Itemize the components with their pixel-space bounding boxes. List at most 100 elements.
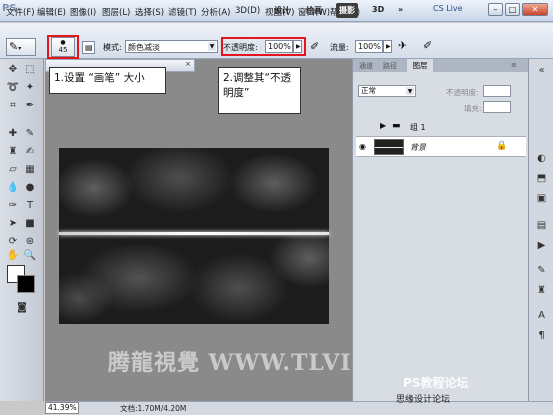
flow-slider-button[interactable]: ▶ [383,40,392,53]
lasso-tool-icon[interactable]: ➰ [5,81,21,95]
options-bar: ✎▾ ● 45 ▤ 模式: 颜色减淡 ▼ 不透明度: 100% ▶ ✐ 流量: … [0,23,553,59]
gradient-tool-icon[interactable]: ▦ [22,163,38,177]
crop-tool-icon[interactable]: ⌗ [5,99,21,113]
adjustments-icon[interactable]: ◐ [535,152,548,165]
panel-icon-strip: « ◐ ⬒ ▣ ▤ ▶ ✎ ♜ A ¶ [528,59,553,401]
tab-layers[interactable]: 图层 [407,59,433,72]
light-streak [59,232,329,235]
site-logo: PS教程论坛 [403,376,469,390]
mode-select[interactable]: 颜色减淡 ▼ [125,40,218,53]
type-tool-icon[interactable]: T [22,199,38,213]
character-icon[interactable]: A [535,309,548,322]
mode-select-value: 颜色减淡 [128,43,160,52]
quick-select-tool-icon[interactable]: ✦ [22,81,38,95]
workspace-3d[interactable]: 3D [369,3,387,18]
path-select-tool-icon[interactable]: ➤ [5,217,21,231]
tablet-pressure-opacity-icon[interactable]: ✐ [310,40,319,53]
highlight-brush-size [47,35,79,59]
clone-stamp-tool-icon[interactable]: ♜ [5,145,21,159]
close-icon[interactable]: ✕ [522,3,548,16]
callout-step-2-text: 2.调整其“不透明度” [223,72,291,99]
eye-icon[interactable]: ◉ [359,142,370,152]
brush-panel-toggle-icon[interactable]: ▤ [82,41,95,54]
workspace-menu-icon[interactable]: » [395,3,406,18]
minimize-icon[interactable]: – [488,3,503,16]
tool-preset-picker[interactable]: ✎▾ [6,38,36,56]
callout-step-2: 2.调整其“不透明度” [218,67,301,114]
layer-opacity-label: 不透明度: [446,88,479,97]
3d-orbit-tool-icon[interactable]: ⊛ [22,235,38,249]
styles-icon[interactable]: ▣ [535,192,548,205]
layer-row-background[interactable]: ◉ 背景 🔒 [356,137,526,157]
panel-menu-icon[interactable]: ≡ [511,61,517,69]
pen-tool-icon[interactable]: ✑ [5,199,21,213]
blur-tool-icon[interactable]: 💧 [5,181,21,195]
flow-input[interactable]: 100% [355,40,383,53]
quick-mask-icon[interactable]: ◙ [14,301,30,315]
masks-icon[interactable]: ⬒ [535,172,548,185]
layer-fill-input[interactable] [483,101,511,113]
clone-source-icon[interactable]: ♜ [535,284,548,297]
menu-edit[interactable]: 编辑(E) [37,6,66,18]
layer-opacity-input[interactable] [483,85,511,97]
tab-paths[interactable]: 路径 [383,61,397,71]
brush-tool-icon[interactable]: ✎ [22,127,38,141]
mode-label: 模式: [103,43,122,52]
menu-bar: PS 文件(F) 编辑(E) 图像(I) 图层(L) 选择(S) 滤镜(T) 分… [0,0,553,22]
workspace-photography[interactable]: 摄影 [336,3,358,18]
layer-name: 背景 [410,143,426,152]
workspace-design[interactable]: 设计 [271,3,293,18]
menu-image[interactable]: 图像(I) [70,6,96,18]
history-icon[interactable]: ▤ [535,219,548,232]
actions-icon[interactable]: ▶ [535,239,548,252]
airbrush-icon[interactable]: ✈ [398,39,407,52]
tablet-pressure-size-icon[interactable]: ✐ [423,39,432,52]
layer-name: 组 1 [410,123,426,132]
disclosure-triangle-icon[interactable]: ▶ [380,121,386,130]
flow-label: 流量: [330,43,349,52]
tab-channels[interactable]: 通道 [359,61,373,71]
maximize-icon[interactable]: □ [505,3,520,16]
paragraph-icon[interactable]: ¶ [535,329,548,342]
blend-mode-select[interactable]: 正常 ▼ [358,85,416,97]
panel-tabs: 通道 路径 图层 ≡ [353,59,529,72]
hand-tool-icon[interactable]: ✋ [5,249,21,263]
callout-step-1: 1.设置 “画笔” 大小 [49,67,166,94]
menu-filter[interactable]: 滤镜(T) [168,6,197,18]
tab-close-icon[interactable]: × [185,60,191,68]
eraser-tool-icon[interactable]: ▱ [5,163,21,177]
dodge-tool-icon[interactable]: ● [22,181,38,195]
tools-panel: ✥ ⬚ ➰ ✦ ⌗ ✒ ✚ ✎ ♜ ✍ ▱ ▦ 💧 ● ✑ T ➤ ■ ⟳ ⊛ … [0,59,44,401]
layer-row-group[interactable]: ▶ ▬ 组 1 [356,117,526,137]
layer-thumbnail [374,139,404,155]
move-tool-icon[interactable]: ✥ [5,63,21,77]
cs-live-button[interactable]: CS Live [433,4,463,13]
callout-step-1-text: 1.设置 “画笔” 大小 [54,72,145,84]
brushes-icon[interactable]: ✎ [535,264,548,277]
shape-tool-icon[interactable]: ■ [22,217,38,231]
menu-layer[interactable]: 图层(L) [102,6,130,18]
blend-mode-value: 正常 [361,86,376,95]
brush-icon: ✎ [9,40,19,53]
collapse-panels-icon[interactable]: « [535,64,548,77]
layers-panel-group: 通道 路径 图层 ≡ 正常 ▼ 不透明度: 填充: ▶ ▬ 组 1 ◉ 背景 🔒 [352,59,529,401]
workspace-painting[interactable]: 绘画 [303,3,325,18]
zoom-level-field[interactable]: 41.39% [45,402,79,414]
menu-analysis[interactable]: 分析(A) [201,6,230,18]
document-info: 文档:1.70M/4.20M [120,404,187,413]
zoom-level-value: 41.39% [48,403,77,412]
folder-icon: ▬ [392,121,401,131]
history-brush-tool-icon[interactable]: ✍ [22,145,38,159]
menu-3d[interactable]: 3D(D) [235,6,260,16]
menu-file[interactable]: 文件(F) [6,6,35,18]
marquee-tool-icon[interactable]: ⬚ [22,63,38,77]
menu-select[interactable]: 选择(S) [135,6,164,18]
flow-value: 100% [358,42,381,51]
healing-brush-tool-icon[interactable]: ✚ [5,127,21,141]
zoom-tool-icon[interactable]: 🔍 [22,249,38,263]
3d-rotate-tool-icon[interactable]: ⟳ [5,235,21,249]
image-canvas[interactable] [59,148,329,324]
site-logo-sub: 思缘设计论坛 [396,395,451,405]
background-color-swatch[interactable] [17,275,35,293]
eyedropper-tool-icon[interactable]: ✒ [22,99,38,113]
